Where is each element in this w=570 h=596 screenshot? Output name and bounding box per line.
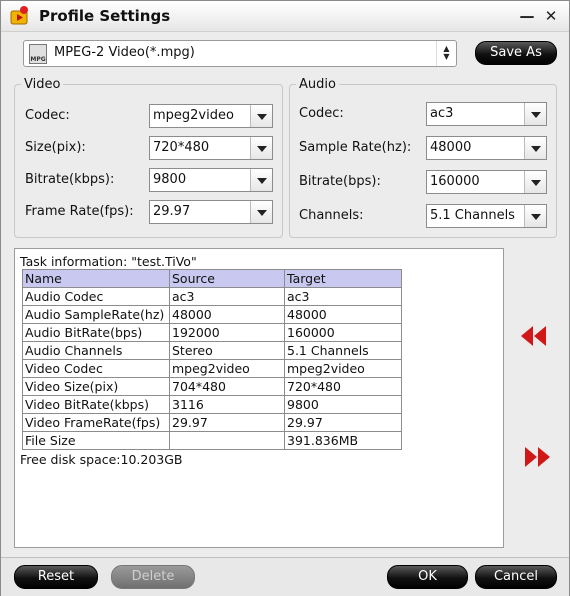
table-cell: 5.1 Channels (284, 341, 402, 360)
video-codec-value: mpeg2video (153, 108, 234, 123)
table-cell: 48000 (284, 305, 402, 324)
chevron-down-icon[interactable] (524, 103, 546, 125)
video-size-select[interactable]: 720*480 (149, 136, 273, 160)
double-chevron-right-icon[interactable] (522, 445, 552, 469)
header-cell: Target (284, 269, 402, 288)
delete-button[interactable]: Delete (111, 565, 195, 589)
header-cell: Name (22, 269, 170, 288)
audio-group-title: Audio (296, 77, 339, 92)
table-cell: 9800 (284, 395, 402, 414)
chevron-down-icon[interactable] (524, 205, 546, 227)
video-bitrate-select[interactable]: 9800 (149, 168, 273, 192)
double-chevron-left-icon[interactable] (519, 324, 549, 348)
video-codec-select[interactable]: mpeg2video (149, 104, 273, 128)
video-codec-label: Codec: (25, 108, 70, 123)
table-cell: 29.97 (284, 413, 402, 432)
audio-bitrate-label: Bitrate(bps): (299, 174, 381, 189)
minimize-icon[interactable]: — (518, 7, 536, 25)
save-as-button[interactable]: Save As (475, 41, 557, 65)
free-disk-space: Free disk space:10.203GB (20, 452, 183, 467)
table-row: Video Size(pix) 704*480 720*480 (22, 377, 402, 396)
table-row: Audio SampleRate(hz) 48000 48000 (22, 305, 402, 324)
video-framerate-label: Frame Rate(fps): (25, 204, 134, 219)
cancel-button[interactable]: Cancel (475, 565, 557, 589)
audio-samplerate-value: 48000 (430, 140, 472, 155)
audio-channels-label: Channels: (299, 208, 364, 223)
reset-button[interactable]: Reset (14, 565, 98, 589)
audio-codec-select[interactable]: ac3 (426, 102, 547, 126)
audio-samplerate-select[interactable]: 48000 (426, 136, 547, 160)
video-group: Video Codec: mpeg2video Size(pix): 720*4… (14, 77, 283, 238)
table-cell: 391.836MB (284, 431, 402, 450)
table-row: File Size 391.836MB (22, 431, 402, 450)
table-cell: 48000 (169, 305, 285, 324)
audio-codec-label: Codec: (299, 106, 344, 121)
video-size-value: 720*480 (153, 140, 210, 155)
chevron-down-icon[interactable] (250, 137, 272, 159)
table-cell: 29.97 (169, 413, 285, 432)
table-cell: File Size (22, 431, 170, 450)
table-cell: mpeg2video (169, 359, 285, 378)
window-title: Profile Settings (39, 7, 171, 25)
video-bitrate-label: Bitrate(kbps): (25, 172, 115, 187)
table-cell: Video BitRate(kbps) (22, 395, 170, 414)
audio-bitrate-value: 160000 (430, 174, 480, 189)
ok-button[interactable]: OK (387, 565, 468, 589)
table-row: Video FrameRate(fps) 29.97 29.97 (22, 413, 402, 432)
close-icon[interactable]: ✕ (542, 7, 560, 25)
video-group-title: Video (21, 77, 64, 92)
audio-codec-value: ac3 (430, 106, 454, 121)
table-header-row: Name Source Target (22, 269, 402, 288)
chevron-down-icon[interactable] (250, 201, 272, 223)
table-cell: Audio SampleRate(hz) (22, 305, 170, 324)
task-info-title: Task information: "test.TiVo" (20, 254, 197, 269)
profile-settings-window: Profile Settings — ✕ MPG MPEG-2 Video(*.… (0, 0, 570, 596)
table-cell: 3116 (169, 395, 285, 414)
spin-down-icon[interactable]: ▼ (437, 53, 456, 61)
chevron-down-icon[interactable] (524, 171, 546, 193)
table-cell: Video Size(pix) (22, 377, 170, 396)
video-app-icon (10, 6, 28, 25)
table-cell: Stereo (169, 341, 285, 360)
table-cell (169, 431, 285, 450)
table-row: Video Codec mpeg2video mpeg2video (22, 359, 402, 378)
bottom-button-bar: Reset Delete OK Cancel (1, 557, 569, 596)
table-cell: Audio Codec (22, 287, 170, 306)
title-bar[interactable]: Profile Settings — ✕ (1, 1, 569, 32)
task-info-table: Name Source Target Audio Codec ac3 ac3 Aud… (22, 269, 402, 450)
table-row: Audio BitRate(bps) 192000 160000 (22, 323, 402, 342)
mpg-file-icon: MPG (29, 44, 47, 64)
table-cell: 720*480 (284, 377, 402, 396)
task-info-panel[interactable]: Task information: "test.TiVo" Name Sourc… (14, 248, 504, 548)
table-cell: Audio BitRate(bps) (22, 323, 170, 342)
table-cell: Video FrameRate(fps) (22, 413, 170, 432)
profile-spinner[interactable]: ▲ ▼ (436, 41, 456, 66)
chevron-down-icon[interactable] (524, 137, 546, 159)
profile-format-value: MPEG-2 Video(*.mpg) (54, 45, 195, 60)
audio-group: Audio Codec: ac3 Sample Rate(hz): 48000 … (289, 77, 557, 238)
table-cell: ac3 (284, 287, 402, 306)
table-cell: Audio Channels (22, 341, 170, 360)
table-cell: 704*480 (169, 377, 285, 396)
video-size-label: Size(pix): (25, 140, 86, 155)
table-cell: ac3 (169, 287, 285, 306)
table-cell: Video Codec (22, 359, 170, 378)
chevron-down-icon[interactable] (250, 105, 272, 127)
profile-format-select[interactable]: MPG MPEG-2 Video(*.mpg) ▲ ▼ (23, 40, 457, 67)
table-row: Audio Codec ac3 ac3 (22, 287, 402, 306)
video-framerate-select[interactable]: 29.97 (149, 200, 273, 224)
video-bitrate-value: 9800 (153, 172, 187, 187)
table-cell: 192000 (169, 323, 285, 342)
audio-bitrate-select[interactable]: 160000 (426, 170, 547, 194)
audio-channels-select[interactable]: 5.1 Channels (426, 204, 547, 228)
table-cell: 160000 (284, 323, 402, 342)
audio-channels-value: 5.1 Channels (430, 208, 515, 223)
chevron-down-icon[interactable] (250, 169, 272, 191)
table-row: Video BitRate(kbps) 3116 9800 (22, 395, 402, 414)
table-row: Audio Channels Stereo 5.1 Channels (22, 341, 402, 360)
video-framerate-value: 29.97 (153, 204, 191, 219)
table-cell: mpeg2video (284, 359, 402, 378)
audio-samplerate-label: Sample Rate(hz): (299, 140, 412, 155)
header-cell: Source (169, 269, 285, 288)
